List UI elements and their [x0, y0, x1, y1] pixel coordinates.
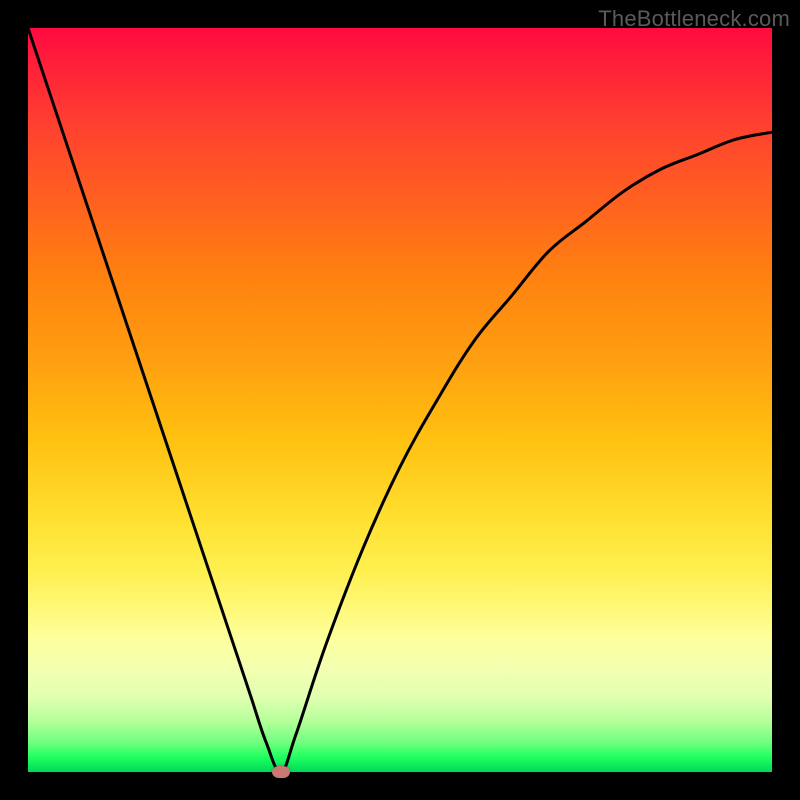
bottleneck-curve-svg: [28, 28, 772, 772]
bottleneck-curve-path: [28, 28, 772, 772]
chart-frame: [28, 28, 772, 772]
minimum-marker: [272, 766, 290, 778]
